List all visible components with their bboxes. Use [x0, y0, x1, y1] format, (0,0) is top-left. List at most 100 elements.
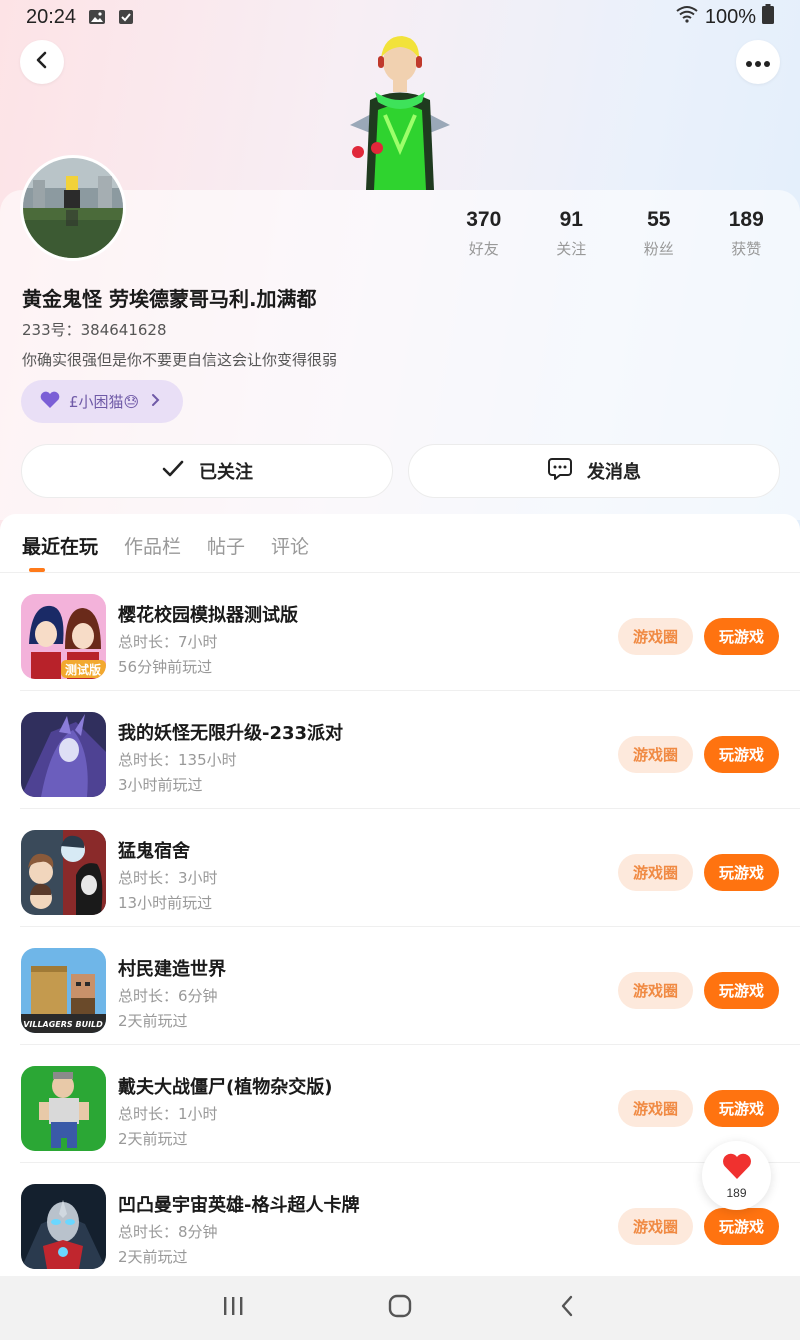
heart-icon — [39, 391, 61, 413]
tab-comments[interactable]: 评论 — [271, 532, 309, 559]
game-row[interactable]: 我的妖怪无限升级-233派对 总时长：135小时 3小时前玩过 游戏圈 玩游戏 — [0, 691, 800, 809]
play-game-button[interactable]: 玩游戏 — [704, 854, 779, 891]
wifi-icon — [675, 5, 699, 29]
game-circle-button[interactable]: 游戏圈 — [618, 1208, 693, 1245]
stat-label: 获赞 — [731, 240, 762, 258]
game-last-played: 2天前玩过 — [118, 1248, 188, 1266]
icon-badge-text: 测试版 — [65, 662, 101, 677]
chevron-right-icon — [151, 393, 161, 411]
back-arrow-icon — [560, 1295, 574, 1321]
content-panel: 最近在玩 作品栏 帖子 评论 测试版 樱花校园模拟器测试版 总时长：7小时 56… — [0, 514, 800, 1281]
chat-bubble-icon — [547, 457, 573, 486]
game-circle-button[interactable]: 游戏圈 — [618, 618, 693, 655]
game-circle-button[interactable]: 游戏圈 — [618, 972, 693, 1009]
game-last-played: 2天前玩过 — [118, 1012, 188, 1030]
game-name: 樱花校园模拟器测试版 — [118, 605, 298, 626]
play-game-button[interactable]: 玩游戏 — [704, 972, 779, 1009]
user-bio: 你确实很强但是你不要更自信这会让你变得很弱 — [22, 351, 338, 369]
recent-apps-icon — [222, 1296, 244, 1320]
dave-zombies-icon[interactable] — [21, 1066, 106, 1151]
checkmark-icon — [161, 459, 185, 484]
game-circle-button[interactable]: 游戏圈 — [618, 854, 693, 891]
stat-label: 好友 — [468, 240, 499, 258]
game-row[interactable]: VILLAGERS BUILD 村民建造世界 总时长：6分钟 2天前玩过 游戏圈… — [0, 927, 800, 1045]
game-name: 戴夫大战僵尸(植物杂交版) — [118, 1077, 333, 1098]
send-message-label: 发消息 — [587, 462, 641, 483]
play-game-button[interactable]: 玩游戏 — [704, 618, 779, 655]
play-game-button[interactable]: 玩游戏 — [704, 1208, 779, 1245]
relationship-tag-label: £小困猫😓 — [69, 393, 140, 411]
tab-recently-played[interactable]: 最近在玩 — [22, 532, 98, 559]
game-name: 凹凸曼宇宙英雄-格斗超人卡牌 — [118, 1195, 360, 1216]
icon-title-text: VILLAGERS BUILD — [23, 1020, 103, 1029]
stat-value: 55 — [647, 208, 671, 231]
stat-value: 189 — [728, 208, 764, 231]
user-id: 233号：384641628 — [22, 321, 167, 339]
game-row[interactable]: 戴夫大战僵尸(植物杂交版) 总时长：1小时 2天前玩过 游戏圈 玩游戏 — [0, 1045, 800, 1163]
status-right: 100% — [675, 4, 774, 30]
stat-likes[interactable]: 189 获赞 — [703, 208, 791, 259]
like-floating-button[interactable]: 189 — [702, 1141, 771, 1210]
status-time: 20:24 — [26, 5, 77, 28]
game-circle-button[interactable]: 游戏圈 — [618, 736, 693, 773]
followed-label: 已关注 — [199, 462, 253, 483]
game-last-played: 13小时前玩过 — [118, 894, 213, 912]
recent-apps-button[interactable] — [203, 1283, 263, 1333]
ultraman-hero-icon[interactable] — [21, 1184, 106, 1269]
system-back-button[interactable] — [537, 1283, 597, 1333]
user-avatar[interactable] — [20, 155, 126, 261]
like-count: 189 — [726, 1185, 747, 1200]
checkbox-notification-icon — [118, 9, 134, 25]
stat-value: 370 — [466, 208, 502, 231]
heart-icon — [721, 1152, 753, 1184]
send-message-button[interactable]: 发消息 — [408, 444, 780, 498]
game-duration: 总时长：8分钟 — [118, 1223, 218, 1241]
profile-tabs: 最近在玩 作品栏 帖子 评论 — [22, 532, 309, 559]
battery-percent: 100% — [704, 5, 756, 28]
game-last-played: 56分钟前玩过 — [118, 658, 213, 676]
home-button[interactable] — [370, 1283, 430, 1333]
stat-label: 关注 — [556, 240, 587, 258]
game-name: 村民建造世界 — [118, 959, 226, 980]
sakura-school-icon[interactable]: 测试版 — [21, 594, 106, 679]
ghost-dorm-icon[interactable] — [21, 830, 106, 915]
chevron-left-icon — [32, 50, 52, 74]
back-button[interactable] — [20, 40, 64, 84]
game-duration: 总时长：3小时 — [118, 869, 218, 887]
game-last-played: 3小时前玩过 — [118, 776, 203, 794]
game-duration: 总时长：135小时 — [118, 751, 237, 769]
game-row[interactable]: 猛鬼宿舍 总时长：3小时 13小时前玩过 游戏圈 玩游戏 — [0, 809, 800, 927]
system-navigation-bar — [0, 1276, 800, 1340]
more-dots-icon — [745, 53, 771, 72]
game-duration: 总时长：7小时 — [118, 633, 218, 651]
game-circle-button[interactable]: 游戏圈 — [618, 1090, 693, 1127]
tab-works[interactable]: 作品栏 — [124, 532, 181, 559]
followed-button[interactable]: 已关注 — [21, 444, 393, 498]
villagers-build-icon[interactable]: VILLAGERS BUILD — [21, 948, 106, 1033]
stat-following[interactable]: 91 关注 — [528, 208, 616, 259]
game-duration: 总时长：1小时 — [118, 1105, 218, 1123]
stat-value: 91 — [559, 208, 583, 231]
game-name: 我的妖怪无限升级-233派对 — [118, 723, 344, 744]
profile-stats: 370 好友 91 关注 55 粉丝 189 获赞 — [440, 208, 790, 259]
avatar-character-image — [330, 30, 470, 190]
tab-posts[interactable]: 帖子 — [207, 532, 245, 559]
play-game-button[interactable]: 玩游戏 — [704, 1090, 779, 1127]
game-last-played: 2天前玩过 — [118, 1130, 188, 1148]
play-game-button[interactable]: 玩游戏 — [704, 736, 779, 773]
game-name: 猛鬼宿舍 — [118, 841, 190, 862]
stat-label: 粉丝 — [643, 240, 674, 258]
game-duration: 总时长：6分钟 — [118, 987, 218, 1005]
more-options-button[interactable] — [736, 40, 780, 84]
stat-fans[interactable]: 55 粉丝 — [615, 208, 703, 259]
battery-icon — [762, 4, 774, 30]
home-icon — [388, 1294, 412, 1322]
stat-friends[interactable]: 370 好友 — [440, 208, 528, 259]
recent-games-list: 测试版 樱花校园模拟器测试版 总时长：7小时 56分钟前玩过 游戏圈 玩游戏 我… — [0, 573, 800, 1281]
user-nickname: 黄金鬼怪 劳埃德蒙哥马利.加满都 — [22, 287, 317, 311]
game-row[interactable]: 凹凸曼宇宙英雄-格斗超人卡牌 总时长：8分钟 2天前玩过 游戏圈 玩游戏 — [0, 1163, 800, 1281]
game-row[interactable]: 测试版 樱花校园模拟器测试版 总时长：7小时 56分钟前玩过 游戏圈 玩游戏 — [0, 573, 800, 691]
monster-upgrade-icon[interactable] — [21, 712, 106, 797]
relationship-tag-button[interactable]: £小困猫😓 — [21, 380, 183, 423]
status-bar: 20:24 100% — [0, 0, 800, 34]
